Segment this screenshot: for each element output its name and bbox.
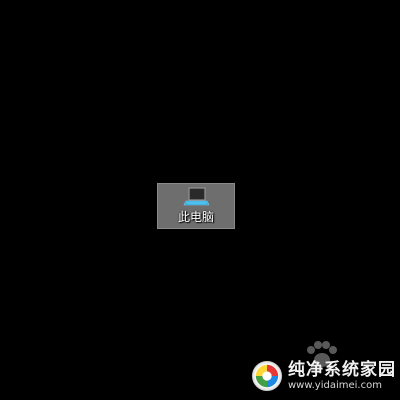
this-pc-desktop-icon[interactable]: 此电脑 — [157, 183, 235, 229]
watermark-url: www.yidaimei.com — [288, 380, 382, 391]
site-watermark: 纯净系统家园 www.yidaimei.com — [252, 360, 396, 392]
desktop[interactable]: 此电脑 纯净系统家园 www.yidaimei.com — [0, 0, 400, 400]
this-pc-icon — [183, 187, 209, 206]
this-pc-label: 此电脑 — [177, 210, 214, 224]
watermark-title: 纯净系统家园 — [288, 360, 396, 380]
watermark-logo-icon — [252, 361, 282, 391]
